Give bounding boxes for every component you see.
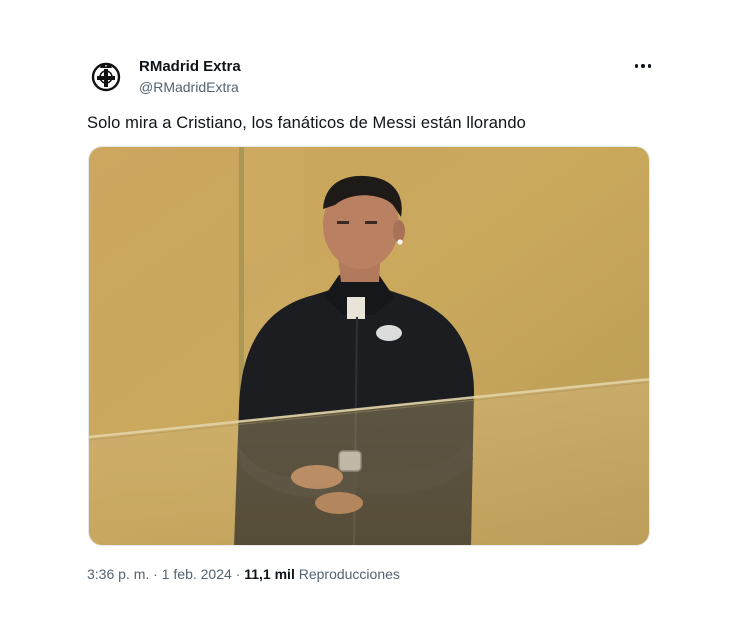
team-crest-icon	[91, 62, 121, 92]
tweet-meta: 3:36 p. m. · 1 feb. 2024 · 11,1 mil Repr…	[87, 566, 400, 582]
meta-separator: ·	[153, 566, 158, 582]
tweet-date[interactable]: 1 feb. 2024	[162, 566, 232, 582]
author-handle[interactable]: @RMadridExtra	[139, 79, 239, 95]
views-label: Reproducciones	[298, 566, 400, 582]
views-count: 11,1 mil	[244, 566, 295, 582]
tweet-time[interactable]: 3:36 p. m.	[87, 566, 149, 582]
tweet-photo[interactable]	[88, 146, 650, 546]
tweet-text: Solo mira a Cristiano, los fanáticos de …	[87, 114, 526, 132]
avatar[interactable]	[86, 56, 126, 96]
meta-separator-2: ·	[235, 566, 241, 582]
photo-image	[89, 147, 649, 545]
more-horizontal-icon[interactable]	[632, 56, 654, 76]
author-name[interactable]: RMadrid Extra	[139, 58, 241, 75]
